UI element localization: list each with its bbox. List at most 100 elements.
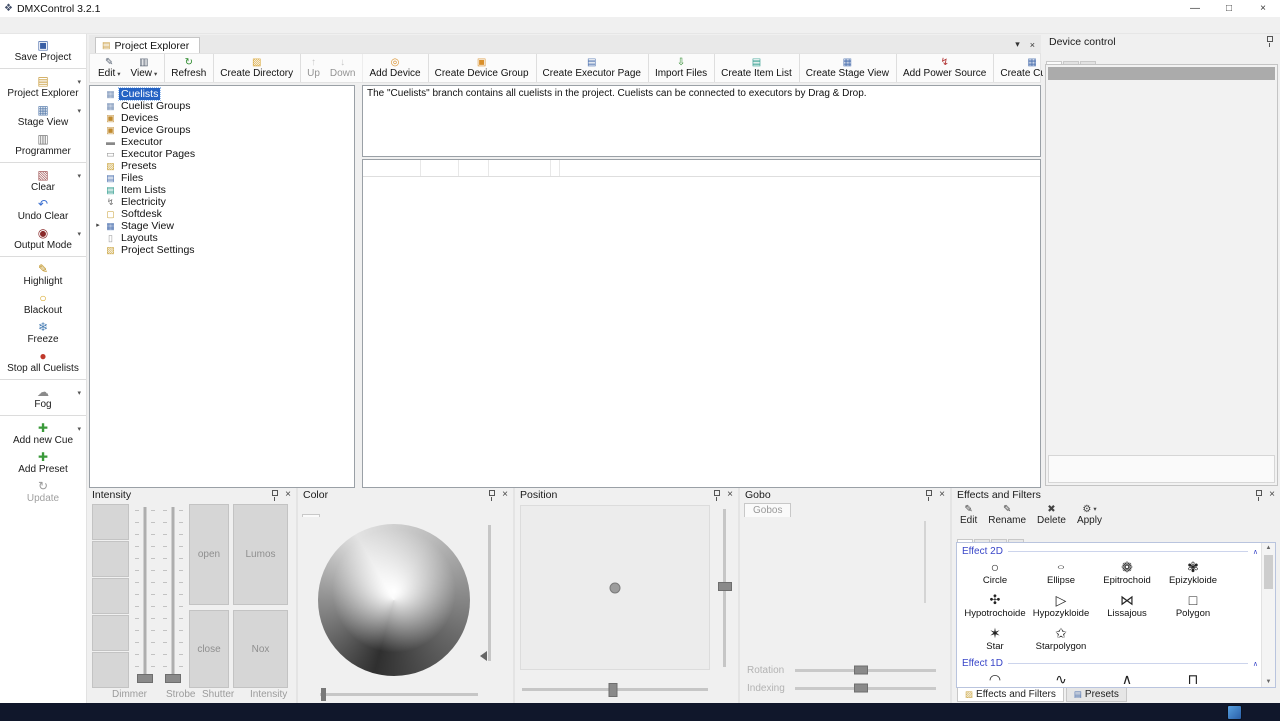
close-icon[interactable]: × [939,490,945,500]
intensity-level-button[interactable] [92,541,129,577]
effect-1d-section-header[interactable]: Effect 1D ∧ [962,657,1261,670]
pin-icon[interactable] [713,490,721,501]
pin-icon[interactable] [271,490,279,501]
tree-item[interactable]: ▸ ▣ Devices [90,112,354,124]
tree-item[interactable]: ▸ ▤ Item Lists [90,184,354,196]
dimmer-slider[interactable] [133,504,157,688]
effect-item[interactable]: ✩ Starpolygon [1028,624,1094,657]
effect-item[interactable]: ◠ [962,670,1028,687]
effect-item[interactable]: ▷ Hypozykloide [1028,591,1094,624]
toolbar-button[interactable]: ⇩ Import Files [650,54,715,82]
dimmer-slider-handle[interactable] [137,674,153,683]
effects-bottom-tab[interactable]: ▤ Presets [1066,688,1127,702]
effect-item[interactable]: ✶ Star [962,624,1028,657]
minimize-button[interactable]: — [1178,0,1212,17]
properties-grid-area[interactable] [1046,82,1277,453]
sidebar-button[interactable]: ☁ ▾ Fog [0,383,86,416]
effects-toolbar-button[interactable]: ✖ Delete [1037,504,1066,526]
toolbar-button[interactable]: ▤ Create Item List [716,54,800,82]
pin-icon[interactable] [1266,36,1274,47]
chevron-down-icon[interactable]: ▾ [77,107,81,115]
gobos-tab[interactable]: Gobos [744,503,791,517]
pan-slider[interactable] [522,688,708,691]
pan-tilt-cursor[interactable] [610,582,621,593]
table-column-header[interactable] [459,160,489,176]
table-column-header[interactable] [551,160,560,176]
strobe-slider[interactable] [161,504,185,688]
indexing-slider-handle[interactable] [854,684,868,693]
tree-item[interactable]: ▸ ▤ Files [90,172,354,184]
collapse-icon[interactable]: ∧ [1253,660,1258,668]
scroll-up-icon[interactable]: ▲ [1262,545,1275,551]
close-icon[interactable]: × [502,490,508,500]
taskbar-app-icon[interactable] [1227,705,1242,720]
value-slider[interactable] [488,525,491,661]
tree-item[interactable]: ▸ ▢ Softdesk [90,208,354,220]
tab-list-dropdown-icon[interactable]: ▾ [1015,39,1020,50]
shutter-close-button[interactable]: close [189,610,229,688]
toolbar-button[interactable]: ▣ Create Device Group [430,54,537,82]
sidebar-button[interactable]: ✚ Add Preset [0,448,86,477]
tree-item[interactable]: ▸ ▬ Executor [90,136,354,148]
chevron-down-icon[interactable]: ▾ [117,70,120,78]
effect-item[interactable]: ○ Ellipse [1028,558,1094,591]
sidebar-button[interactable]: ◉ ▾ Output Mode [0,224,86,257]
chevron-down-icon[interactable]: ▾ [77,389,81,397]
close-icon[interactable]: × [1269,490,1275,500]
effect-item[interactable]: ✣ Hypotrochoide [962,591,1028,624]
collapse-icon[interactable]: ∧ [1253,548,1258,556]
rotation-slider[interactable] [795,669,936,672]
tree-item[interactable]: ▸ ▣ Device Groups [90,124,354,136]
chevron-down-icon[interactable]: ▾ [77,425,81,433]
sidebar-button[interactable]: ❄ Freeze [0,318,86,347]
intensity-level-button[interactable] [92,615,129,651]
toolbar-button[interactable]: ↯ Add Power Source [898,54,994,82]
saturation-slider[interactable] [320,693,478,696]
scrollbar-thumb[interactable] [1264,555,1273,589]
sidebar-button[interactable]: ▦ ▾ Stage View [0,101,86,130]
sidebar-button[interactable]: ● Stop all Cuelists [0,347,86,380]
close-icon[interactable]: × [727,490,733,500]
tree-item[interactable]: ▸ ▯ Layouts [90,232,354,244]
table-column-header[interactable] [421,160,459,176]
tree-item[interactable]: ▸ ▭ Executor Pages [90,148,354,160]
toolbar-button[interactable]: ▤ Create Executor Page [538,54,649,82]
color-wheel[interactable] [318,524,470,676]
tab-project-explorer[interactable]: ▤ Project Explorer [95,37,200,53]
toolbar-button[interactable]: ↻ Refresh [166,54,214,82]
effect-item[interactable]: ✾ Epizykloide [1160,558,1226,591]
effect-item[interactable]: ∧ [1094,670,1160,687]
chevron-down-icon[interactable]: ▾ [77,172,81,180]
toolbar-button[interactable]: ✎ Edit ▾ [93,54,126,82]
table-column-header[interactable] [489,160,551,176]
scroll-down-icon[interactable]: ▼ [1262,679,1275,685]
chevron-down-icon[interactable]: ▾ [77,78,81,86]
strobe-slider-handle[interactable] [165,674,181,683]
pan-slider-handle[interactable] [609,683,618,697]
effect-item[interactable]: □ Polygon [1160,591,1226,624]
close-button[interactable]: × [1246,0,1280,17]
lamp-on-button[interactable]: Lumos [233,504,288,605]
pin-icon[interactable] [925,490,933,501]
shutter-open-button[interactable]: open [189,504,229,605]
expander-icon[interactable]: ▸ [94,220,102,232]
sidebar-button[interactable]: ✚ ▾ Add new Cue [0,419,86,448]
sidebar-button[interactable]: ▣ Save Project [0,36,86,69]
effect-2d-section-header[interactable]: Effect 2D ∧ [962,545,1261,558]
table-column-header[interactable] [363,160,421,176]
effect-item[interactable]: ∿ [1028,670,1094,687]
chevron-down-icon[interactable]: ▾ [77,230,81,238]
sidebar-button[interactable]: ↻ Update [0,477,86,506]
toolbar-button[interactable]: ◎ Add Device [364,54,428,82]
sidebar-button[interactable]: ✎ Highlight [0,260,86,289]
tree-splitter[interactable] [358,85,359,488]
value-slider-handle[interactable] [480,651,487,661]
intensity-level-button[interactable] [92,578,129,614]
effects-toolbar-button[interactable]: ⚙ ▾ Apply [1077,504,1102,526]
effects-toolbar-button[interactable]: ✎ Edit [960,504,977,526]
close-icon[interactable]: × [285,490,291,500]
tab-close-icon[interactable]: × [1030,40,1035,50]
sidebar-button[interactable]: ○ Blackout [0,289,86,318]
chevron-down-icon[interactable]: ▾ [154,70,157,78]
tree-item[interactable]: ▸ ▦ Cuelists [90,88,354,100]
